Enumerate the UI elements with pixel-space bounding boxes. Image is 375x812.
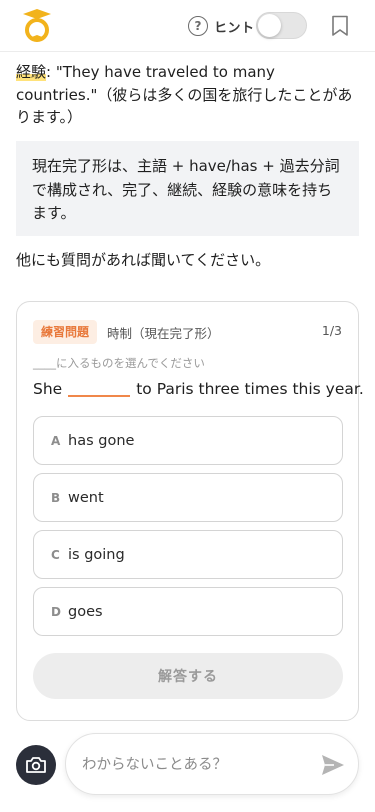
sentence-after: to Paris three times this year. [136, 380, 364, 398]
hint-toggle[interactable] [256, 12, 307, 39]
option-letter: D [51, 604, 61, 619]
option-letter: A [51, 433, 61, 448]
option-text: has gone [68, 432, 135, 449]
option-letter: B [51, 490, 61, 505]
example-keyword: 経験 [16, 63, 47, 81]
answer-blank [68, 395, 131, 397]
example-text: : "They have traveled to many countries.… [16, 63, 353, 126]
option-text: went [68, 489, 104, 506]
closing-message: 他にも質問があれば聞いてください。 [16, 251, 271, 269]
bookmark-icon[interactable] [331, 15, 349, 37]
hint-toggle-knob [258, 14, 281, 37]
option-b[interactable]: B went [33, 473, 343, 522]
example-message: 経験: "They have traveled to many countrie… [16, 61, 359, 129]
option-d[interactable]: D goes [33, 587, 343, 636]
option-c[interactable]: C is going [33, 530, 343, 579]
question-counter: 1/3 [321, 323, 342, 338]
practice-tag: 練習問題 [33, 320, 98, 344]
hint-control[interactable]: ? ヒント [188, 13, 255, 39]
camera-button[interactable] [16, 745, 56, 785]
option-text: goes [68, 603, 103, 620]
question-circle-icon[interactable]: ? [188, 16, 208, 36]
sentence-before: She [33, 380, 63, 398]
submit-answer-button[interactable]: 解答する [33, 653, 343, 699]
answer-options: A has gone B went C is going D goes [33, 416, 343, 644]
hint-label: ヒント [214, 20, 255, 36]
message-composer [65, 733, 359, 795]
option-a[interactable]: A has gone [33, 416, 343, 465]
grammar-note: 現在完了形は、主語 + have/has + 過去分詞で構成され、完了、継続、経… [16, 141, 359, 236]
option-letter: C [51, 547, 60, 562]
option-text: is going [68, 546, 125, 563]
composer-bar [0, 724, 375, 812]
top-bar: ? ヒント [0, 0, 375, 52]
camera-icon [26, 757, 46, 773]
graduation-mascot-logo [23, 9, 51, 42]
quiz-card: 練習問題 時制（現在完了形） 1/3 ____に入るものを選んでください She… [16, 301, 364, 721]
question-sentence: She to Paris three times this year. [33, 380, 364, 398]
send-icon[interactable] [320, 753, 346, 777]
quiz-instruction: ____に入るものを選んでください [33, 356, 205, 370]
quiz-topic: 時制（現在完了形） [107, 326, 220, 341]
question-input[interactable] [82, 750, 310, 780]
